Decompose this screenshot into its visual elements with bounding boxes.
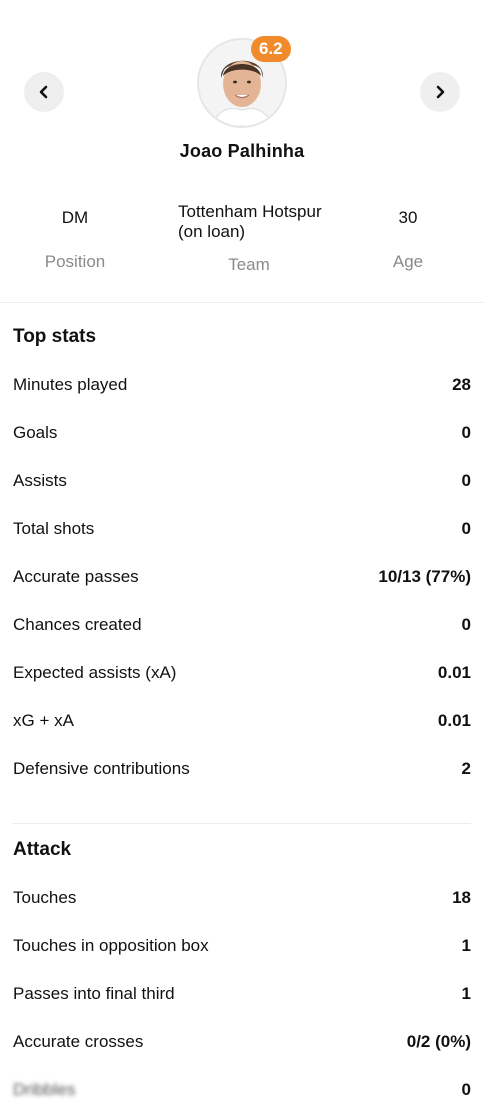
stat-value: 18 bbox=[452, 888, 471, 907]
stat-value: 2 bbox=[461, 759, 471, 778]
stat-label: Accurate passes bbox=[13, 567, 139, 586]
stat-label: Goals bbox=[13, 423, 58, 442]
top-stats-section: Top stats Minutes played 28 Goals 0 Assist… bbox=[0, 313, 484, 824]
stat-label: Touches bbox=[13, 888, 77, 907]
stat-label: Touches in opposition box bbox=[13, 936, 209, 955]
stat-row: Minutes played 28 bbox=[0, 361, 484, 409]
stat-label: xG + xA bbox=[13, 711, 74, 730]
player-avatar-container: 6.2 bbox=[197, 36, 291, 128]
stat-label: Defensive contributions bbox=[13, 759, 190, 778]
section-divider bbox=[13, 823, 471, 824]
section-title: Attack bbox=[13, 839, 72, 860]
position-info: DM Position bbox=[25, 208, 125, 271]
attack-section: Attack Touches 18 Touches in opposition b… bbox=[0, 826, 484, 1114]
age-label: Age bbox=[392, 252, 424, 271]
player-name: Joao Palhinha bbox=[179, 141, 305, 161]
stat-row: Passes into final third 1 bbox=[0, 970, 484, 1018]
stat-row: Expected assists (xA) 0.01 bbox=[0, 649, 484, 697]
stat-value: 0 bbox=[461, 615, 471, 634]
stat-label: Dribbles bbox=[13, 1080, 76, 1099]
stat-value: 10/13 (77%) bbox=[378, 567, 471, 586]
stat-value: 1 bbox=[461, 936, 471, 955]
stat-value: 0 bbox=[461, 471, 471, 490]
stat-row: Touches in opposition box 1 bbox=[0, 922, 484, 970]
stat-row: Total shots 0 bbox=[0, 505, 484, 553]
position-label: Position bbox=[44, 252, 106, 271]
stat-row: Touches 18 bbox=[0, 874, 484, 922]
stat-value: 0 bbox=[461, 423, 471, 442]
age-value: 30 bbox=[398, 208, 418, 227]
stat-row: Goals 0 bbox=[0, 409, 484, 457]
rating-badge: 6.2 bbox=[251, 36, 291, 62]
stat-value: 0 bbox=[461, 519, 471, 538]
stat-value: 28 bbox=[452, 375, 471, 394]
stat-value: 1 bbox=[461, 984, 471, 1003]
stat-row: Accurate crosses 0/2 (0%) bbox=[0, 1018, 484, 1066]
stat-label: Total shots bbox=[13, 519, 95, 538]
stat-value: 0/2 (0%) bbox=[406, 1032, 471, 1051]
next-player-button[interactable] bbox=[420, 72, 460, 112]
age-info: 30 Age bbox=[358, 208, 458, 271]
team-value[interactable]: Tottenham Hotspur (on loan) bbox=[174, 202, 324, 242]
stat-label: Accurate crosses bbox=[13, 1032, 144, 1051]
chevron-right-icon bbox=[436, 85, 445, 99]
team-info: Tottenham Hotspur (on loan) Team bbox=[174, 202, 324, 274]
team-label: Team bbox=[228, 255, 270, 274]
stat-label: Passes into final third bbox=[13, 984, 175, 1003]
stat-row: Defensive contributions 2 bbox=[0, 745, 484, 793]
divider bbox=[0, 302, 484, 303]
chevron-left-icon bbox=[39, 85, 48, 99]
section-title: Top stats bbox=[13, 326, 97, 347]
stat-label: Minutes played bbox=[13, 375, 128, 394]
stat-row: Dribbles 0 bbox=[0, 1066, 484, 1114]
stat-row: xG + xA 0.01 bbox=[0, 697, 484, 745]
stat-row: Assists 0 bbox=[0, 457, 484, 505]
player-header: 6.2 Joao Palhinha DM Position Tottenham … bbox=[0, 0, 484, 302]
stat-value: 0 bbox=[461, 1080, 471, 1099]
stat-row: Accurate passes 10/13 (77%) bbox=[0, 553, 484, 601]
stat-label: Chances created bbox=[13, 615, 142, 634]
position-value: DM bbox=[61, 208, 89, 227]
stat-value: 0.01 bbox=[437, 663, 471, 682]
stat-row: Chances created 0 bbox=[0, 601, 484, 649]
previous-player-button[interactable] bbox=[24, 72, 64, 112]
stat-label: Assists bbox=[13, 471, 67, 490]
stat-label: Expected assists (xA) bbox=[13, 663, 177, 682]
stat-value: 0.01 bbox=[437, 711, 471, 730]
